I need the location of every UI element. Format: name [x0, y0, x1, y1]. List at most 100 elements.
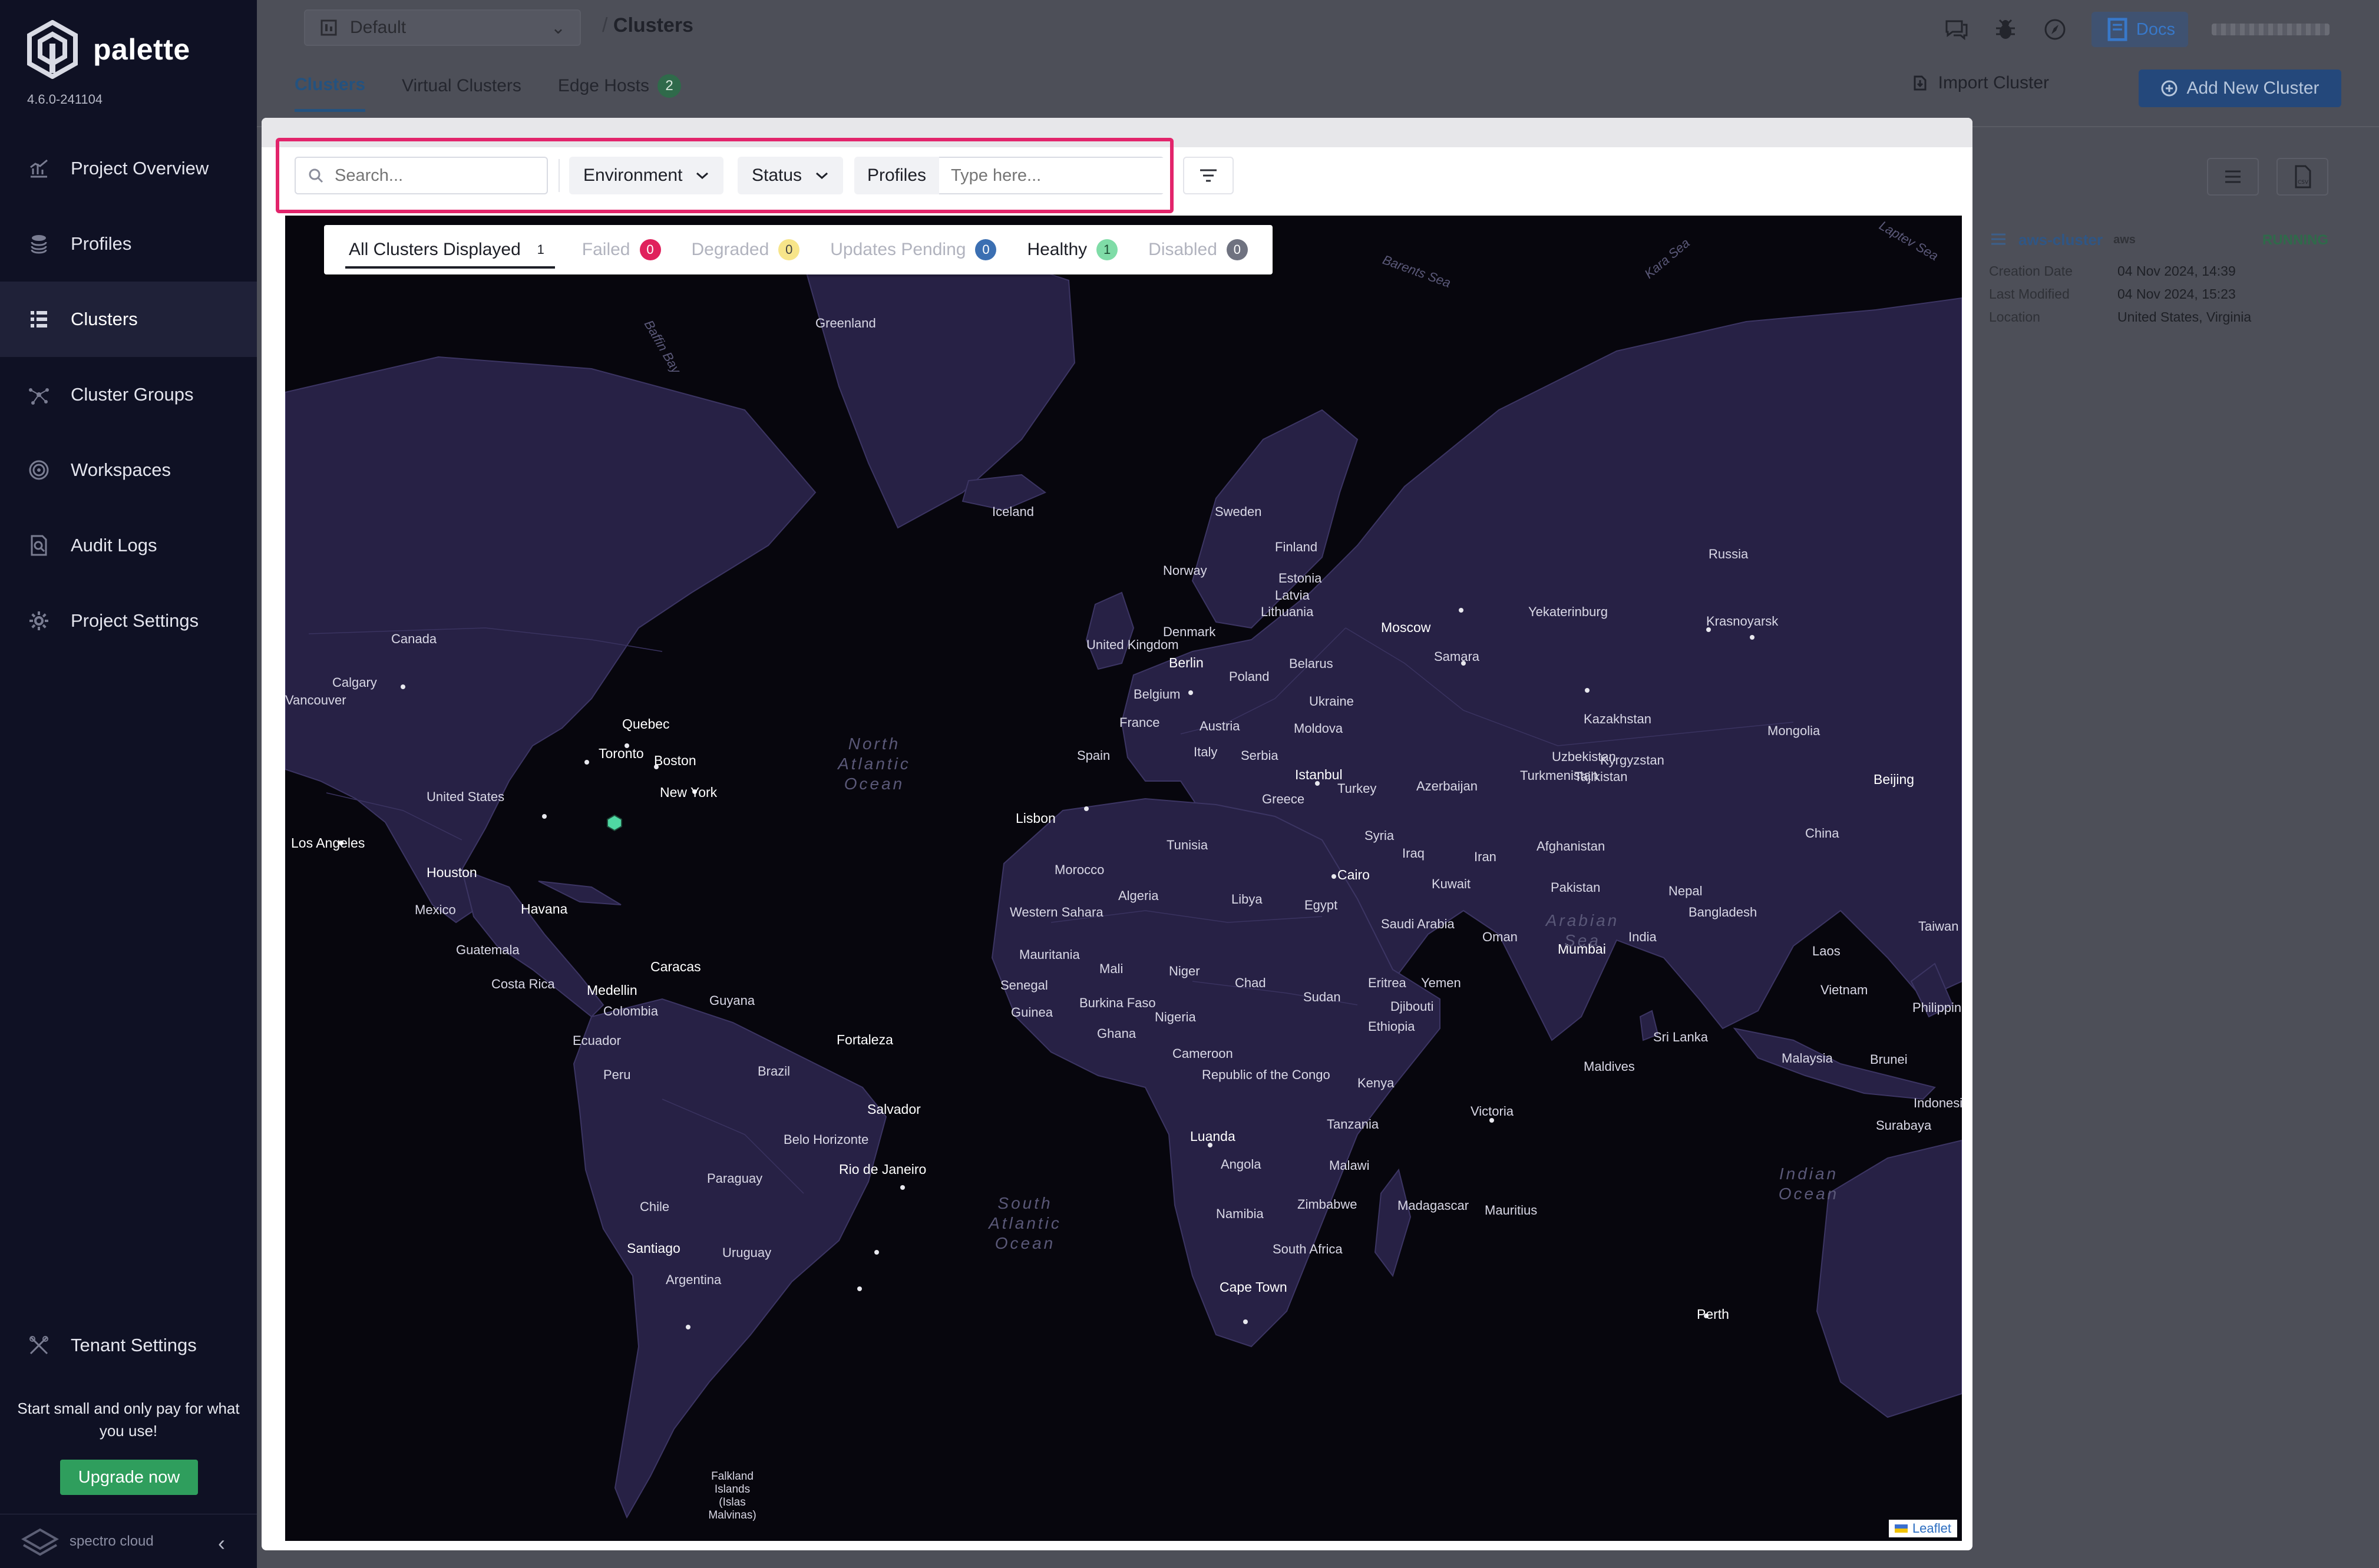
status-tab-degraded[interactable]: Degraded 0 [676, 225, 815, 274]
map-label: Madagascar [1397, 1198, 1469, 1213]
import-cluster-button[interactable]: Import Cluster [1911, 73, 2049, 93]
csv-file-icon: CSV [2295, 165, 2311, 188]
nav-audit-logs[interactable]: Audit Logs [0, 508, 257, 583]
search-input[interactable] [335, 166, 529, 186]
map-label: Moscow [1381, 620, 1431, 635]
search-icon [309, 168, 323, 183]
map-label: Fortaleza [837, 1032, 893, 1047]
profiles-filter: Profiles [854, 157, 1164, 194]
map-label: Paraguay [707, 1171, 763, 1186]
tab-virtual-clusters[interactable]: Virtual Clusters [402, 74, 521, 112]
map-label: Bangladesh [1689, 905, 1757, 919]
version: 4.6.0-241104 [27, 92, 103, 107]
building-icon [320, 19, 337, 36]
nav-tenant-settings[interactable]: Tenant Settings [0, 1308, 257, 1383]
nav-project-overview[interactable]: Project Overview [0, 131, 257, 206]
last-modified-row: Last Modified 04 Nov 2024, 15:23 [1975, 283, 2346, 306]
cluster-location-marker[interactable] [606, 814, 623, 832]
nav-profiles[interactable]: Profiles [0, 206, 257, 282]
map-label: Turkey [1337, 781, 1377, 796]
world-map-landmass [285, 238, 1962, 1519]
map-label: Caracas [650, 959, 701, 974]
docs-button[interactable]: Docs [2091, 12, 2188, 47]
compass-icon[interactable] [2042, 16, 2068, 42]
separator [559, 159, 560, 192]
map-label: Yemen [1421, 975, 1461, 990]
map-label: Algeria [1118, 888, 1159, 903]
status-tab-all[interactable]: All Clusters Displayed 1 [333, 225, 567, 274]
map-label: Lithuania [1261, 604, 1314, 619]
creation-date-row: Creation Date 04 Nov 2024, 14:39 [1975, 260, 2346, 283]
nav-project-settings[interactable]: Project Settings [0, 583, 257, 659]
bug-icon[interactable] [1993, 16, 2018, 42]
sidebar: palette 4.6.0-241104 Project Overview Pr… [0, 0, 257, 1568]
map-label: Mauritius [1485, 1203, 1538, 1218]
map-label: Saudi Arabia [1381, 917, 1455, 931]
cluster-name-link[interactable]: aws-cluster [2018, 231, 2103, 249]
environment-dropdown[interactable]: Environment [569, 157, 724, 194]
top-icons: Docs [1943, 12, 2330, 47]
map-label: Luanda [1190, 1129, 1235, 1144]
map-label: Uruguay [722, 1245, 772, 1260]
map-label: Rio de Janeiro [839, 1162, 927, 1177]
add-new-cluster-button[interactable]: Add New Cluster [2139, 70, 2341, 107]
nav-workspaces[interactable]: Workspaces [0, 432, 257, 508]
map-label: Vancouver [285, 693, 346, 707]
export-csv-button[interactable]: CSV [2276, 158, 2328, 196]
status-dropdown[interactable]: Status [738, 157, 844, 194]
filter-options-button[interactable] [1183, 157, 1234, 194]
world-map[interactable]: Greenland Iceland Sweden Finland Norway Eston… [285, 216, 1962, 1541]
status-tab-updates-pending[interactable]: Updates Pending 0 [815, 225, 1012, 274]
map-label: Falkland Islands (Islas Malvinas) [708, 1470, 756, 1521]
status-tab-disabled[interactable]: Disabled 0 [1133, 225, 1263, 274]
status-tab-failed[interactable]: Failed 0 [567, 225, 676, 274]
map-label: Mongolia [1767, 723, 1820, 738]
map-label: Eritrea [1368, 975, 1406, 990]
tab-clusters[interactable]: Clusters [295, 74, 366, 112]
map-label: United States [427, 789, 505, 804]
map-label: Philippines [1912, 1000, 1962, 1015]
upgrade-button[interactable]: Upgrade now [60, 1460, 198, 1495]
map-label: Medellin [587, 983, 637, 998]
map-label: Brunei [1870, 1052, 1908, 1067]
list-view-button[interactable] [2207, 158, 2259, 196]
map-label: Tunisia [1167, 838, 1208, 852]
map-label: Calgary [332, 675, 377, 690]
search-doc-icon [31, 535, 47, 556]
nav-clusters[interactable]: Clusters [0, 282, 257, 357]
project-selector[interactable]: Default ⌄ [304, 9, 581, 46]
brand[interactable]: palette [26, 20, 190, 79]
leaflet-link[interactable]: Leaflet [1912, 1521, 1951, 1536]
nav-cluster-groups[interactable]: Cluster Groups [0, 357, 257, 432]
map-label: Malawi [1329, 1158, 1370, 1173]
profiles-input[interactable] [939, 157, 1164, 194]
tab-edge-hosts[interactable]: Edge Hosts 2 [558, 74, 681, 112]
ocean-label: North Atlantic Ocean [838, 735, 911, 793]
map-label: Ecuador [573, 1033, 621, 1048]
status-count: 0 [639, 239, 661, 260]
import-icon [1914, 75, 1927, 91]
cluster-card[interactable]: aws-cluster aws RUNNING Creation Date 04 … [1975, 225, 2346, 329]
status-tab-healthy[interactable]: Healthy 1 [1012, 225, 1133, 274]
map-label: Maldives [1584, 1059, 1635, 1074]
svg-text:CSV: CSV [2298, 180, 2309, 186]
user-menu[interactable] [2212, 24, 2330, 35]
map-label: New York [660, 785, 718, 800]
cluster-card-header: aws-cluster aws RUNNING [1975, 225, 2346, 260]
map-label: Kazakhstan [1584, 712, 1651, 726]
status-tab-label: Disabled [1148, 240, 1217, 259]
clusters-icon [31, 311, 47, 328]
breadcrumb-current: Clusters [613, 14, 693, 37]
map-attribution[interactable]: Leaflet [1888, 1520, 1957, 1537]
map-label: Iraq [1402, 846, 1425, 861]
flag-icon [1894, 1524, 1908, 1533]
chevron-down-icon [696, 172, 709, 180]
map-label: Norway [1163, 563, 1207, 578]
search-box[interactable] [295, 157, 548, 194]
map-label: Sweden [1215, 504, 1262, 519]
map-label: Laos [1812, 944, 1841, 958]
chat-icon[interactable] [1943, 16, 1969, 42]
ocean-label: South Atlantic Ocean [989, 1194, 1062, 1252]
nav-label: Project Overview [71, 158, 209, 178]
collapse-sidebar-icon[interactable]: ‹ [218, 1531, 225, 1556]
